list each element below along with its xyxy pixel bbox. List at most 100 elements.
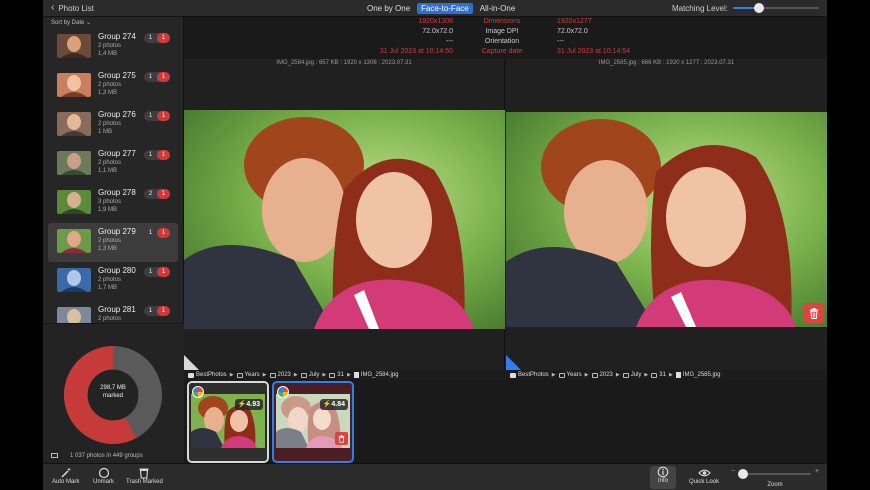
info-row: 1920x1308 Dimensions 1920x1277 bbox=[184, 18, 827, 28]
summary-text: 1 037 photos in 449 groups bbox=[70, 453, 143, 460]
folder-icon bbox=[558, 372, 565, 378]
zoom-slider-knob[interactable] bbox=[737, 469, 748, 479]
path-segment[interactable]: 31 bbox=[329, 372, 344, 378]
right-photo-image bbox=[506, 112, 827, 327]
info-button[interactable]: Info bbox=[650, 466, 676, 489]
path-separator-icon: ▶ bbox=[346, 372, 351, 378]
left-path-bar: BestPhotos ▶ Years ▶ 2023 ▶ July ▶ 31 ▶ IMG_2584.j… bbox=[184, 370, 505, 380]
back-label: Photo List bbox=[58, 3, 94, 13]
marked-size: 298,7 MB bbox=[100, 385, 126, 391]
zoom-out-icon[interactable]: − bbox=[731, 468, 735, 475]
folder-icon bbox=[236, 372, 243, 378]
path-segment[interactable]: Years bbox=[236, 372, 260, 378]
group-thumbnail bbox=[57, 268, 91, 292]
unmark-button[interactable]: Unmark bbox=[93, 467, 114, 485]
right-image-pane[interactable]: IMG_2585.jpg : 666 KB : 1920 x 1277 : 20… bbox=[506, 59, 827, 370]
back-to-photo-list-button[interactable]: ‹ Photo List bbox=[51, 3, 94, 13]
group-name: Group 275 bbox=[98, 71, 136, 80]
quality-score-value: 4.93 bbox=[246, 401, 260, 408]
group-size: 1 MB bbox=[98, 129, 113, 135]
trash-photo-button[interactable] bbox=[804, 303, 824, 323]
path-segment[interactable]: BestPhotos bbox=[510, 372, 549, 378]
group-name: Group 274 bbox=[98, 32, 136, 41]
quick-look-button[interactable]: Quick Look bbox=[689, 467, 719, 485]
group-sidebar: Sort by Date ⌄ Group 274 2 photos 1,4 MB 1 1… bbox=[43, 17, 184, 463]
group-list-item[interactable]: Group 276 2 photos 1 MB 1 1 bbox=[43, 106, 184, 145]
group-photo-count: 2 photos bbox=[98, 316, 122, 322]
left-image-pane[interactable]: IMG_2584.jpg : 657 KB : 1920 x 1308 : 20… bbox=[184, 59, 505, 370]
info-row: 72.0x72.0 Image DPI 72.0x72.0 bbox=[184, 28, 827, 38]
right-value: 1920x1277 bbox=[557, 18, 592, 25]
group-photo-count: 2 photos bbox=[98, 82, 122, 88]
path-segment[interactable]: 2023 bbox=[269, 372, 291, 378]
path-segment[interactable]: BestPhotos bbox=[188, 372, 227, 378]
path-segment-label: 31 bbox=[659, 372, 666, 378]
path-segment[interactable]: 2023 bbox=[591, 372, 613, 378]
chevron-down-icon: ⌄ bbox=[86, 20, 92, 26]
group-badge: 11 bbox=[144, 72, 170, 82]
group-badge: 11 bbox=[144, 150, 170, 160]
trash-icon bbox=[810, 307, 818, 319]
left-photo[interactable] bbox=[184, 110, 505, 329]
filmstrip-item-footer bbox=[274, 448, 352, 461]
folder-icon bbox=[300, 372, 307, 378]
tab-face-to-face[interactable]: Face-to-Face bbox=[417, 3, 473, 14]
group-size: 1,1 MB bbox=[98, 168, 118, 174]
trash-icon bbox=[338, 434, 345, 443]
folder-icon bbox=[591, 372, 598, 378]
auto-mark-button[interactable]: Auto Mark bbox=[52, 467, 79, 485]
path-segment[interactable]: July bbox=[300, 372, 319, 378]
group-count-badge: 1 bbox=[148, 152, 153, 158]
attribute-label: Orientation bbox=[484, 38, 520, 45]
filmstrip-item[interactable]: ⚡4.84 bbox=[272, 381, 354, 463]
path-segment[interactable]: 31 bbox=[651, 372, 666, 378]
path-segment[interactable]: July bbox=[622, 372, 642, 378]
app-photos-icon bbox=[277, 386, 289, 398]
matching-level-label: Matching Level: bbox=[671, 3, 728, 13]
path-segment-label: 2023 bbox=[277, 372, 291, 378]
group-list-item[interactable]: Group 278 3 photos 1,9 MB 2 1 bbox=[43, 184, 184, 223]
info-icon bbox=[656, 466, 670, 478]
group-count-badge: 1 bbox=[148, 269, 153, 275]
trash-marked-button[interactable]: Trash Marked bbox=[126, 467, 163, 485]
group-list-item[interactable]: Group 280 2 photos 1,7 MB 1 1 bbox=[43, 262, 184, 301]
marked-summary-panel: 298,7 MB marked 1 037 photos in 449 grou… bbox=[43, 323, 184, 463]
path-segment[interactable]: Years bbox=[558, 372, 582, 378]
sort-dropdown[interactable]: Sort by Date ⌄ bbox=[51, 19, 91, 26]
right-value: 72.0x72.0 bbox=[557, 28, 588, 35]
zoom-in-icon[interactable]: + bbox=[815, 468, 819, 475]
path-segment[interactable]: IMG_2584.jpg bbox=[353, 372, 399, 378]
group-badge: 11 bbox=[144, 33, 170, 43]
group-thumbnail bbox=[57, 112, 91, 136]
group-name: Group 280 bbox=[98, 266, 136, 275]
group-list-item[interactable]: Group 279 2 photos 1,3 MB 1 1 bbox=[48, 223, 178, 262]
group-marked-badge: 1 bbox=[157, 150, 170, 160]
group-name: Group 278 bbox=[98, 188, 136, 197]
marked-word: marked bbox=[102, 393, 123, 399]
group-list-item[interactable]: Group 275 2 photos 1,3 MB 1 1 bbox=[43, 67, 184, 106]
matching-level-slider[interactable] bbox=[733, 3, 819, 13]
slider-knob[interactable] bbox=[753, 3, 764, 13]
info-label: Info bbox=[657, 478, 668, 484]
group-thumbnail bbox=[57, 151, 91, 175]
filmstrip-item[interactable]: ⚡4.93 bbox=[187, 381, 269, 463]
zoom-slider-track[interactable] bbox=[739, 473, 811, 475]
marked-for-trash-indicator[interactable] bbox=[335, 432, 348, 445]
group-count-badge: 1 bbox=[148, 74, 153, 80]
group-thumbnail bbox=[57, 73, 91, 97]
path-segment-label: July bbox=[630, 372, 642, 378]
left-photo-image bbox=[184, 110, 505, 329]
group-list-item[interactable]: Group 274 2 photos 1,4 MB 1 1 bbox=[43, 28, 184, 67]
right-photo[interactable] bbox=[506, 112, 827, 327]
tab-all-in-one[interactable]: All-in-One bbox=[476, 3, 520, 14]
quality-score-value: 4.84 bbox=[331, 401, 345, 408]
group-list-item[interactable]: Group 277 2 photos 1,1 MB 1 1 bbox=[43, 145, 184, 184]
group-count-badge: 1 bbox=[148, 230, 153, 236]
left-value: 31 Jul 2023 at 10:14:50 bbox=[379, 48, 453, 55]
group-marked-badge: 1 bbox=[157, 33, 170, 43]
filmstrip-item-footer bbox=[189, 448, 267, 461]
path-segment-label: BestPhotos bbox=[196, 372, 227, 378]
tab-one-by-one[interactable]: One by One bbox=[363, 3, 414, 14]
eye-icon bbox=[697, 467, 711, 479]
path-segment[interactable]: IMG_2585.jpg bbox=[675, 372, 721, 378]
